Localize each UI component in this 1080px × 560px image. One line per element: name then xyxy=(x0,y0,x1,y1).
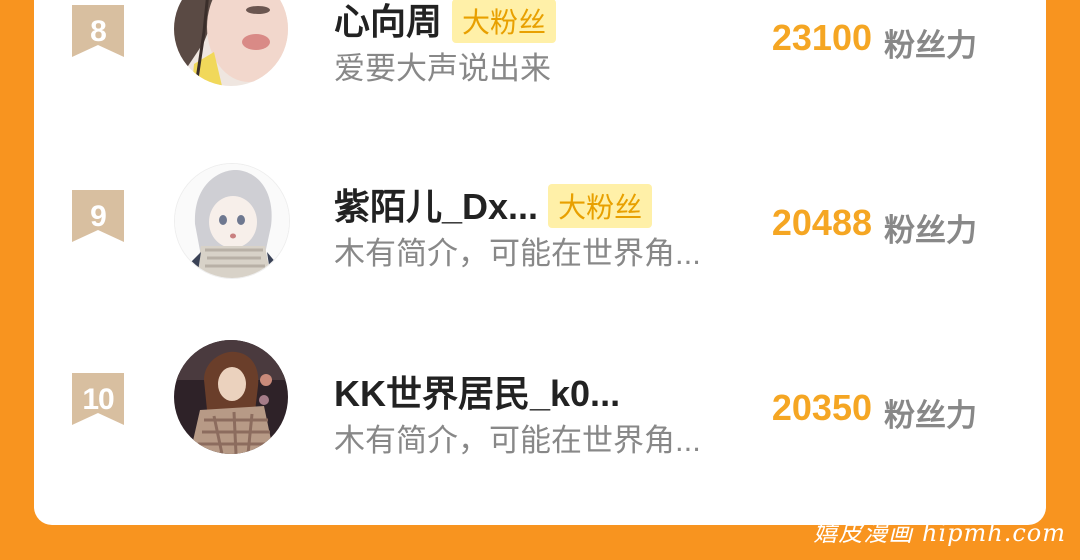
fan-level-badge: 大粉丝 xyxy=(548,184,653,229)
ranking-row[interactable]: 10 KK世界居民_k0... 木有简介，可能在世界角... 20350 粉丝力 xyxy=(34,340,1046,470)
rank-badge: 9 xyxy=(72,190,124,242)
rank-number: 9 xyxy=(90,200,107,233)
user-name[interactable]: 心向周 大粉丝 xyxy=(334,0,557,46)
fan-score: 23100 xyxy=(771,17,872,58)
user-name-text: 心向周 xyxy=(334,1,443,42)
avatar[interactable] xyxy=(174,163,290,279)
avatar[interactable] xyxy=(174,0,288,86)
rank-number: 8 xyxy=(90,15,107,48)
user-name-text: 紫陌儿_Dx... xyxy=(334,186,539,227)
ranking-row[interactable]: 9 紫陌儿_Dx... 大粉丝 木有简介，可能在世界角... 20488 粉丝力 xyxy=(34,155,1046,285)
fan-score-unit: 粉丝力 xyxy=(884,213,977,248)
fan-score: 20488 xyxy=(771,202,872,243)
fan-level-badge: 大粉丝 xyxy=(452,0,557,44)
user-name[interactable]: KK世界居民_k0... xyxy=(334,365,620,417)
user-name[interactable]: 紫陌儿_Dx... 大粉丝 xyxy=(334,178,653,231)
user-bio: 爱要大声说出来 xyxy=(334,51,551,86)
anime-girl-avatar-icon xyxy=(175,164,289,278)
rank-number: 10 xyxy=(82,383,114,416)
fan-score: 20350 xyxy=(771,387,872,428)
ranking-row[interactable]: 8 心向周 大粉丝 爱要大声说出来 23100 粉丝力 xyxy=(34,0,1046,100)
user-name-text: KK世界居民_k0... xyxy=(334,373,621,414)
fan-score-unit: 粉丝力 xyxy=(884,28,977,63)
user-photo-avatar-icon xyxy=(174,0,288,86)
user-bio: 木有简介，可能在世界角... xyxy=(334,423,701,458)
watermark: 嬉皮漫画 hipmh.com xyxy=(813,519,1066,547)
rank-badge: 8 xyxy=(72,5,124,57)
illustrated-art-avatar-icon xyxy=(174,340,288,454)
ranking-card: 8 心向周 大粉丝 爱要大声说出来 23100 粉丝力 9 紫陌儿_Dx... … xyxy=(34,0,1046,525)
rank-badge: 10 xyxy=(72,373,124,425)
user-bio: 木有简介，可能在世界角... xyxy=(334,236,701,271)
fan-score-unit: 粉丝力 xyxy=(884,398,977,433)
avatar[interactable] xyxy=(174,340,288,454)
